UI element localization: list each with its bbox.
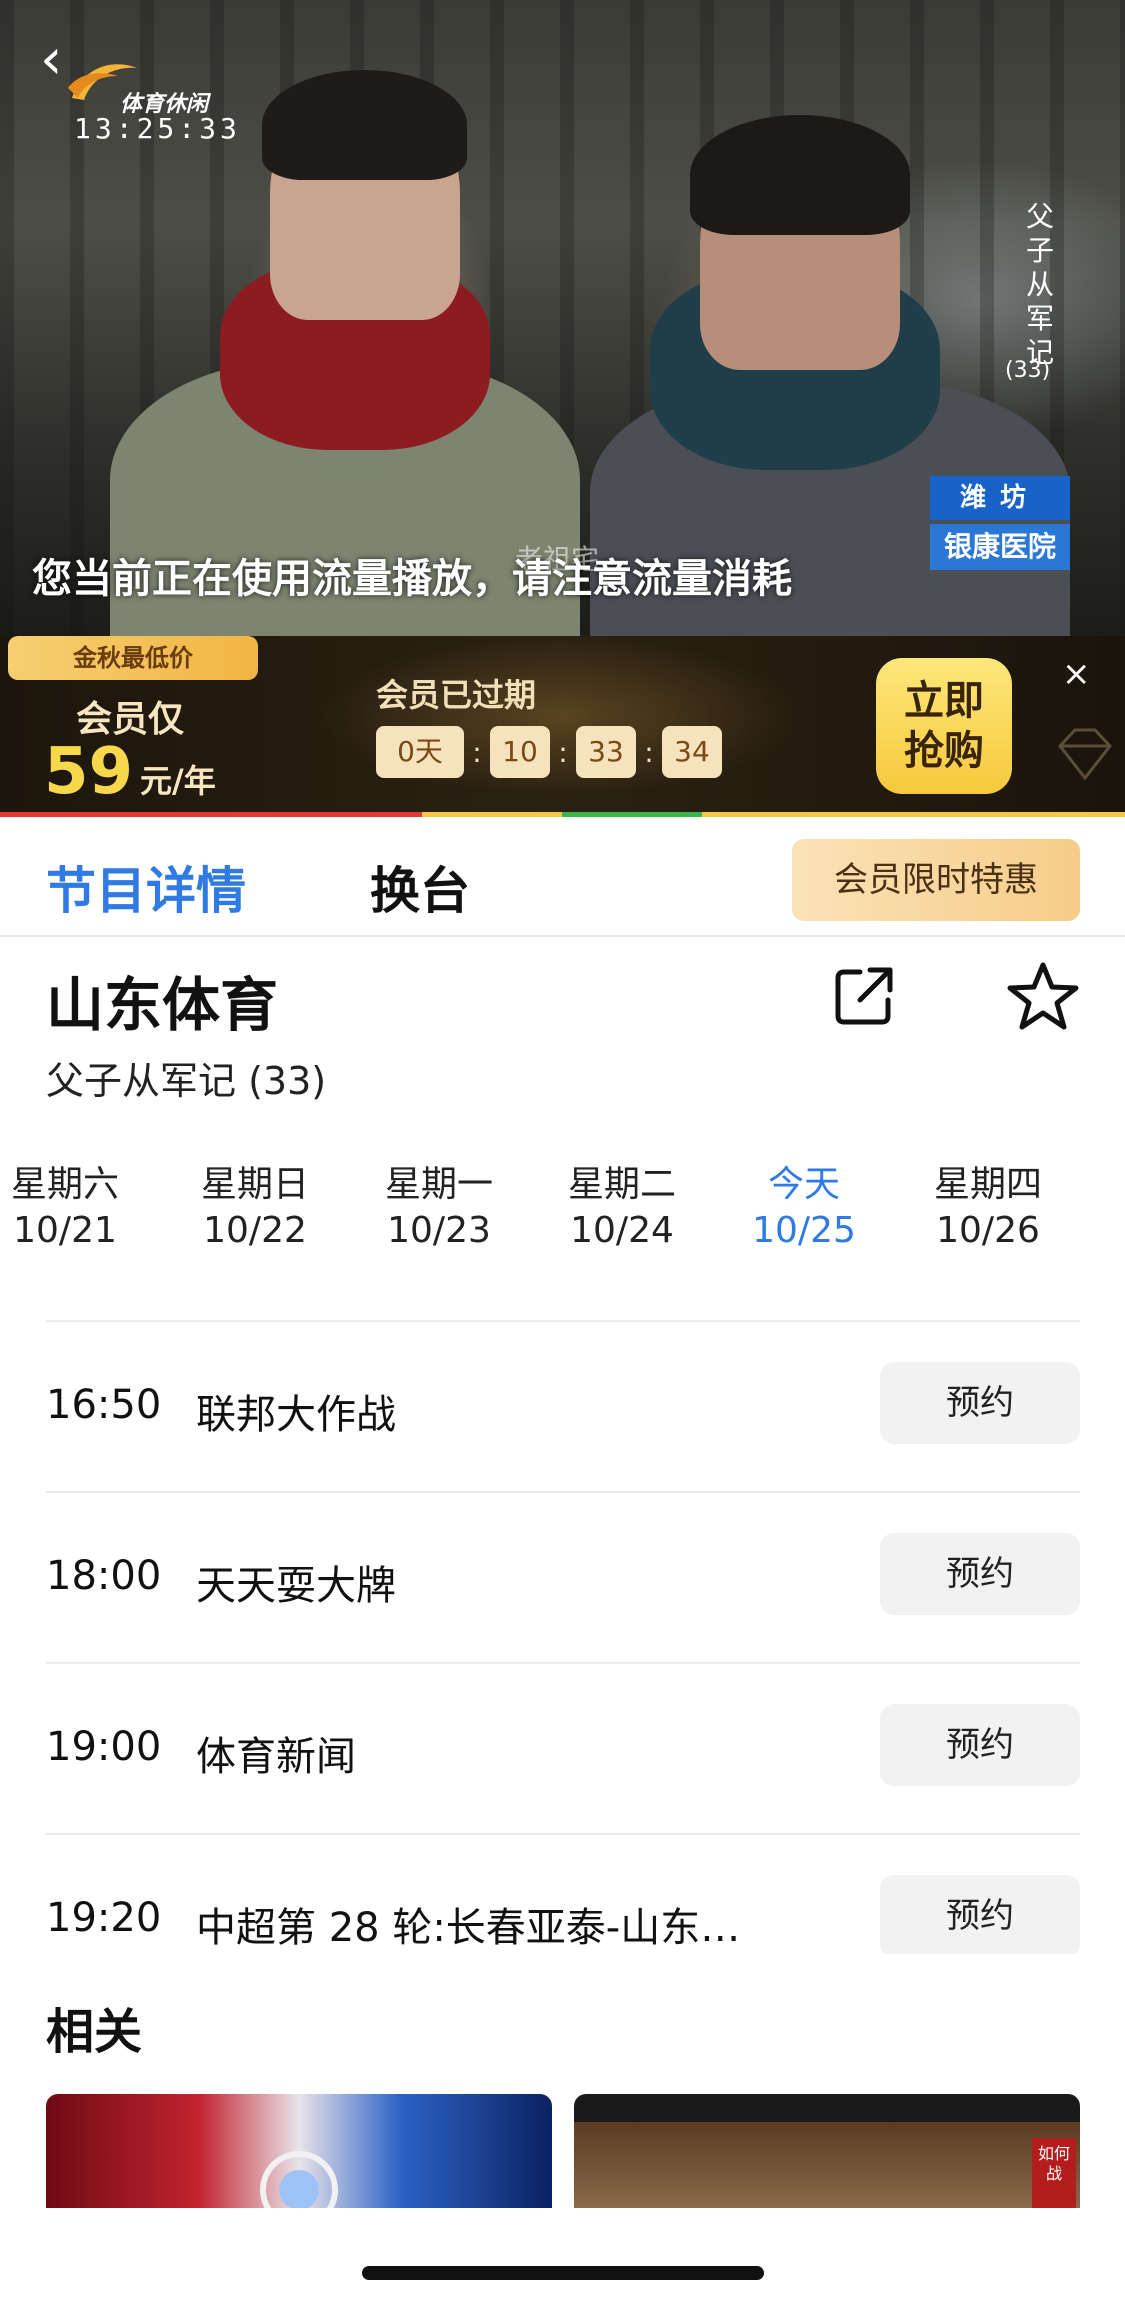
schedule-time: 16:50	[46, 1382, 162, 1428]
date-day-label: 星期日	[200, 1164, 309, 1205]
related-video-thumbnail[interactable]	[46, 2094, 552, 2208]
schedule-row: 19:00 体育新闻 预约	[0, 1664, 1125, 1834]
schedule-title: 中超第 28 轮:长春亚泰-山东…	[196, 1905, 741, 1951]
share-icon[interactable]	[830, 962, 898, 1030]
date-day-label: 星期四	[933, 1164, 1042, 1205]
video-player[interactable]: ‹ 体育休闲 13:25:33 父子从军记 (33) 潍坊 银康医院 老祖宅 您…	[0, 0, 1125, 636]
data-usage-notice: 您当前正在使用流量播放，请注意流量消耗	[32, 556, 792, 602]
countdown-hours: 10	[490, 726, 550, 778]
date-value: 10/23	[387, 1210, 491, 1251]
reserve-button[interactable]: 预约	[880, 1533, 1080, 1615]
date-day-label: 星期二	[567, 1164, 676, 1205]
date-value: 10/21	[13, 1210, 117, 1251]
channel-name: 山东体育	[46, 971, 279, 1039]
date-value: 10/22	[203, 1210, 307, 1251]
video-figure-right-hair	[690, 115, 910, 235]
date-value: 10/24	[570, 1210, 674, 1251]
broadcast-clock: 13:25:33	[74, 112, 241, 145]
schedule-title: 体育新闻	[196, 1734, 356, 1780]
tab-bar: 节目详情 换台 会员限时特惠	[0, 817, 1125, 937]
reserve-button[interactable]: 预约	[880, 1362, 1080, 1444]
date-item[interactable]: 星期日 10/22	[180, 1162, 330, 1254]
diamond-icon	[1058, 728, 1112, 781]
close-icon[interactable]: ×	[1062, 654, 1091, 694]
thumbnail-art	[260, 2151, 338, 2208]
date-day-label: 今天	[767, 1164, 840, 1205]
schedule-title: 联邦大作战	[196, 1392, 396, 1438]
schedule-time: 19:20	[46, 1895, 162, 1941]
countdown-separator: :	[558, 735, 568, 769]
buy-now-line-2: 抢购	[904, 728, 984, 774]
list-scroll-edge	[0, 1954, 1125, 1962]
home-indicator[interactable]	[362, 2266, 764, 2280]
vip-limited-offer-button[interactable]: 会员限时特惠	[792, 839, 1080, 921]
station-line-2: 银康医院	[930, 524, 1070, 570]
reserve-button[interactable]: 预约	[880, 1875, 1080, 1957]
now-playing-program: 父子从军记 (33)	[46, 1059, 327, 1103]
video-figure-left-hair	[262, 70, 467, 180]
schedule-row: 19:20 中超第 28 轮:长春亚泰-山东… 预约	[0, 1835, 1125, 2005]
promo-price-unit: 元/年	[140, 762, 216, 800]
date-item-today[interactable]: 今天 10/25	[729, 1162, 879, 1254]
date-item[interactable]: 星期四 10/26	[913, 1162, 1063, 1254]
related-section-title: 相关	[46, 2004, 143, 2060]
thumbnail-badge: 如何战	[1032, 2138, 1076, 2208]
date-selector: 星期六 10/21 星期日 10/22 星期一 10/23 星期二 10/24 …	[0, 1162, 1125, 1272]
date-item[interactable]: 星期二 10/24	[547, 1162, 697, 1254]
related-video-thumbnail[interactable]: 如何战	[574, 2094, 1080, 2208]
schedule-time: 18:00	[46, 1553, 162, 1599]
date-day-label: 星期一	[384, 1164, 493, 1205]
date-value: 10/25	[752, 1210, 856, 1251]
countdown-days: 0天	[376, 726, 464, 778]
reserve-button[interactable]: 预约	[880, 1704, 1080, 1786]
episode-number: (33)	[1005, 358, 1051, 383]
countdown-minutes: 33	[576, 726, 636, 778]
promo-price: 59	[44, 735, 134, 809]
date-item[interactable]: 星期六 10/21	[0, 1162, 140, 1254]
vip-promo-banner[interactable]: 金秋最低价 会员仅 59 元/年 会员已过期 0天 : 10 : 33 : 34…	[0, 636, 1125, 816]
membership-expired-label: 会员已过期	[376, 676, 537, 714]
schedule-row: 18:00 天天耍大牌 预约	[0, 1493, 1125, 1663]
promo-countdown: 0天 : 10 : 33 : 34	[376, 726, 722, 778]
schedule-time: 19:00	[46, 1724, 162, 1770]
date-item[interactable]: 星期一 10/23	[364, 1162, 514, 1254]
episode-title-vertical: 父子从军记	[1025, 200, 1054, 369]
countdown-separator: :	[472, 735, 482, 769]
station-sponsor-badge: 潍坊 银康医院	[930, 476, 1070, 570]
countdown-separator: :	[644, 735, 654, 769]
buy-now-line-1: 立即	[904, 678, 984, 724]
schedule-row: 16:50 联邦大作战 预约	[0, 1322, 1125, 1492]
date-day-label: 星期六	[10, 1164, 119, 1205]
buy-now-button[interactable]: 立即 抢购	[876, 658, 1012, 794]
station-line-1: 潍坊	[930, 476, 1070, 520]
countdown-seconds: 34	[662, 726, 722, 778]
tab-program-details[interactable]: 节目详情	[46, 851, 246, 923]
favorite-star-icon[interactable]	[1006, 960, 1080, 1034]
schedule-title: 天天耍大牌	[196, 1563, 396, 1609]
promo-tag: 金秋最低价	[8, 636, 258, 680]
tab-switch-channel[interactable]: 换台	[370, 851, 470, 923]
date-value: 10/26	[936, 1210, 1040, 1251]
